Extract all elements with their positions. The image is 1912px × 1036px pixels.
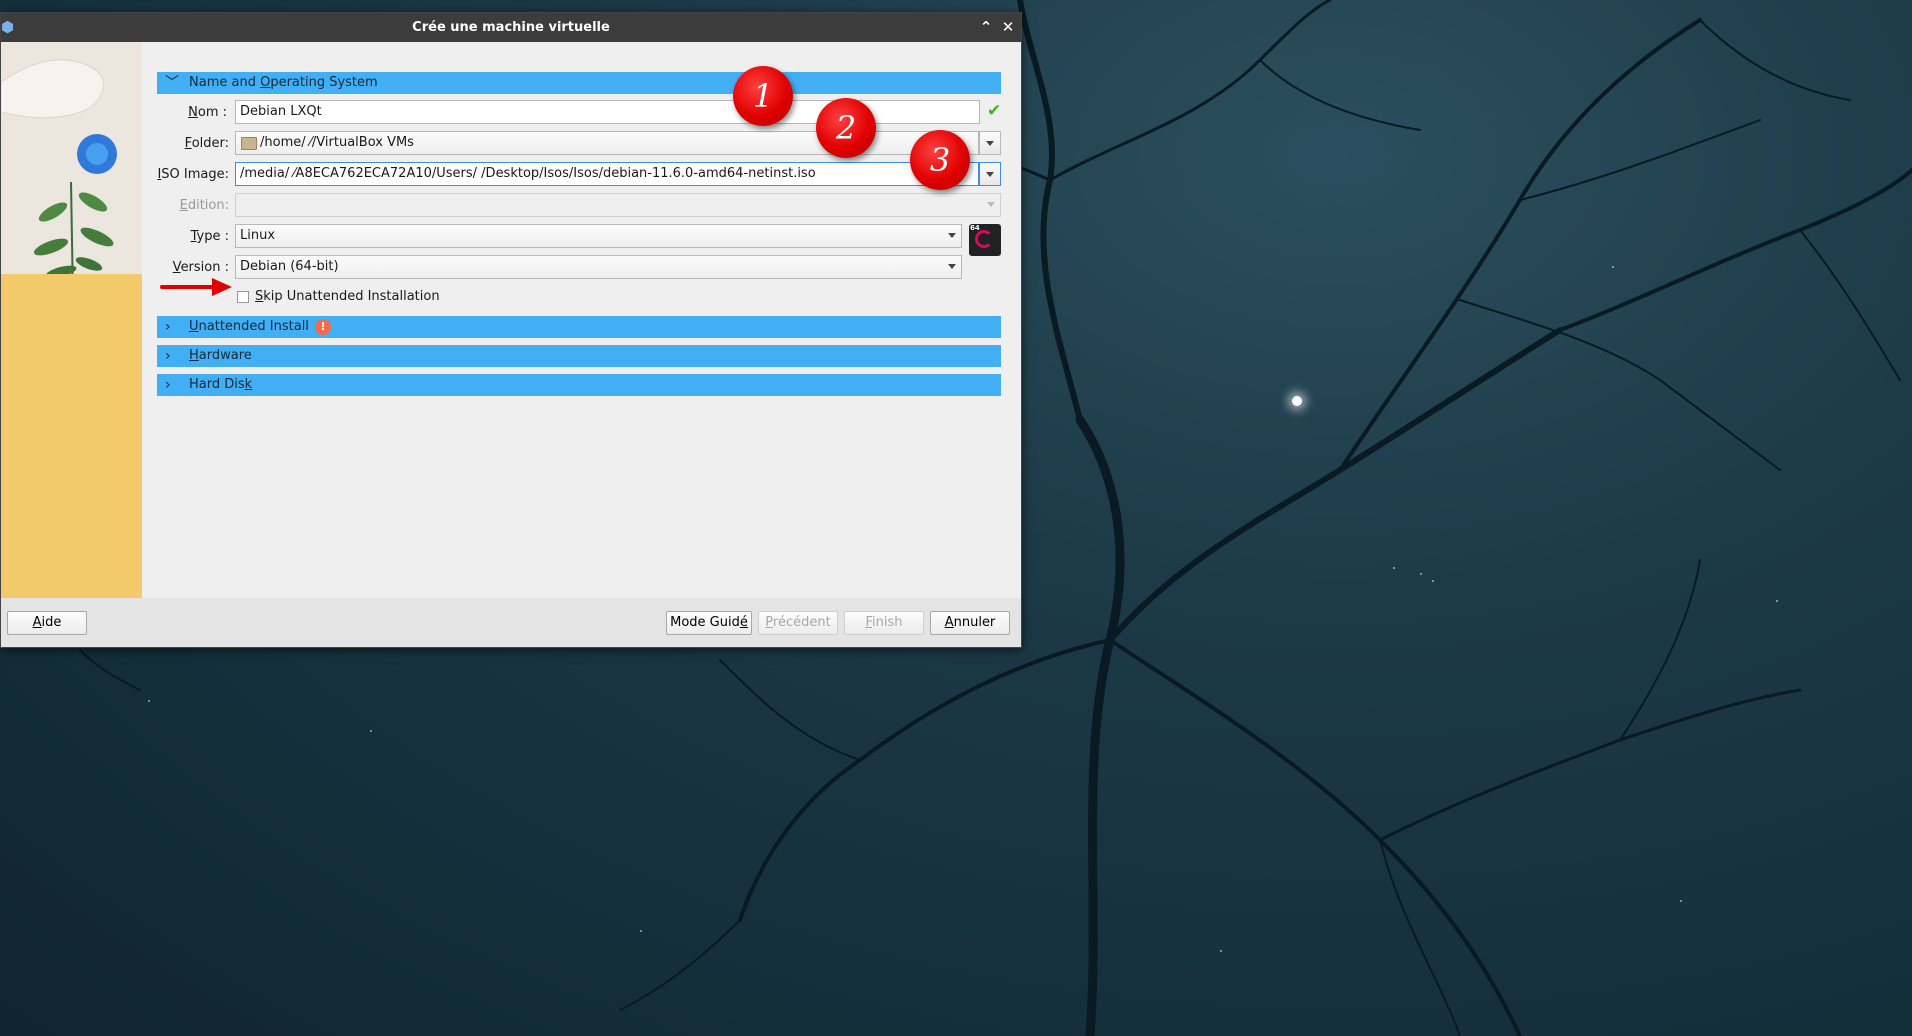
chevron-down-icon	[986, 172, 994, 177]
star-graphic	[1680, 900, 1682, 902]
type-value: Linux	[240, 228, 276, 243]
star-graphic	[148, 700, 150, 702]
edition-label: Edition:	[179, 198, 229, 213]
star-graphic	[370, 730, 372, 732]
guided-mode-button[interactable]: Mode Guidé	[666, 611, 752, 635]
version-value: Debian (64-bit)	[240, 259, 339, 274]
dialog-titlebar[interactable]: ⬢ Crée une machine virtuelle ⌃ ✕	[1, 13, 1021, 42]
section-hard-disk[interactable]: › Hard Disk	[157, 374, 1001, 396]
section-label: Hardware	[189, 348, 252, 363]
illustration-ground	[1, 274, 142, 598]
maximize-icon[interactable]: ⌃	[977, 18, 995, 36]
section-name-and-os[interactable]: ﹀ Name and Operating System	[157, 72, 1001, 94]
star-graphic	[640, 930, 642, 932]
iso-dropdown-button[interactable]	[979, 162, 1001, 186]
folder-value: /home/ ⁄/VirtualBox VMs	[260, 135, 414, 150]
folder-label: Folder:	[184, 136, 229, 151]
debian-swirl-icon	[975, 230, 993, 248]
dialog-title: Crée une machine virtuelle	[412, 20, 610, 35]
close-icon[interactable]: ✕	[999, 18, 1017, 36]
annotation-arrow-icon	[160, 278, 232, 296]
chevron-right-icon: ›	[165, 348, 171, 364]
annotation-badge-1: 1	[733, 66, 793, 126]
chevron-down-icon	[948, 264, 956, 269]
type-label: Type :	[190, 229, 229, 244]
chevron-right-icon: ›	[165, 319, 171, 335]
section-label: Unattended Install	[189, 319, 309, 334]
section-label: Hard Disk	[189, 377, 253, 392]
section-hardware[interactable]: › Hardware	[157, 345, 1001, 367]
chevron-down-icon	[986, 141, 994, 146]
star-graphic	[1420, 573, 1422, 575]
chevron-down-icon: ﹀	[165, 75, 179, 91]
section-label: Name and Operating System	[189, 75, 378, 90]
star-graphic	[1612, 266, 1614, 268]
annotation-badge-3: 3	[910, 130, 970, 190]
section-unattended-install[interactable]: › Unattended Install !	[157, 316, 1001, 338]
debian-os-icon: 64	[969, 224, 1001, 256]
warning-icon: !	[315, 319, 331, 335]
previous-button[interactable]: Précédent	[758, 611, 838, 635]
version-select[interactable]: Debian (64-bit)	[235, 255, 962, 279]
wizard-illustration	[1, 42, 142, 598]
folder-icon	[241, 137, 257, 150]
skip-unattended-label[interactable]: Skip Unattended Installation	[255, 289, 440, 304]
dialog-button-bar: Aide Mode Guidé Précédent Finish Annuler	[1, 598, 1021, 647]
star-graphic	[1432, 580, 1434, 582]
star-graphic	[1776, 600, 1778, 602]
chevron-right-icon: ›	[165, 377, 171, 393]
edition-combo[interactable]	[235, 193, 1001, 217]
type-select[interactable]: Linux	[235, 224, 962, 248]
star-graphic	[1220, 950, 1222, 952]
cancel-button[interactable]: Annuler	[930, 611, 1010, 635]
chevron-down-icon	[948, 233, 956, 238]
chevron-down-icon	[987, 202, 995, 207]
finish-button[interactable]: Finish	[844, 611, 924, 635]
moon-graphic	[1292, 396, 1302, 406]
help-button[interactable]: Aide	[7, 611, 87, 635]
nom-label: Nom :	[188, 105, 227, 120]
folder-dropdown-button[interactable]	[979, 131, 1001, 155]
iso-image-input[interactable]: /media/ ⁄A8ECA762ECA72A10/Users/ /Deskto…	[235, 162, 979, 186]
iso-label: ISO Image:	[157, 167, 229, 182]
valid-check-icon: ✔	[987, 101, 1002, 121]
annotation-badge-2: 2	[816, 98, 876, 158]
star-graphic	[1393, 567, 1395, 569]
